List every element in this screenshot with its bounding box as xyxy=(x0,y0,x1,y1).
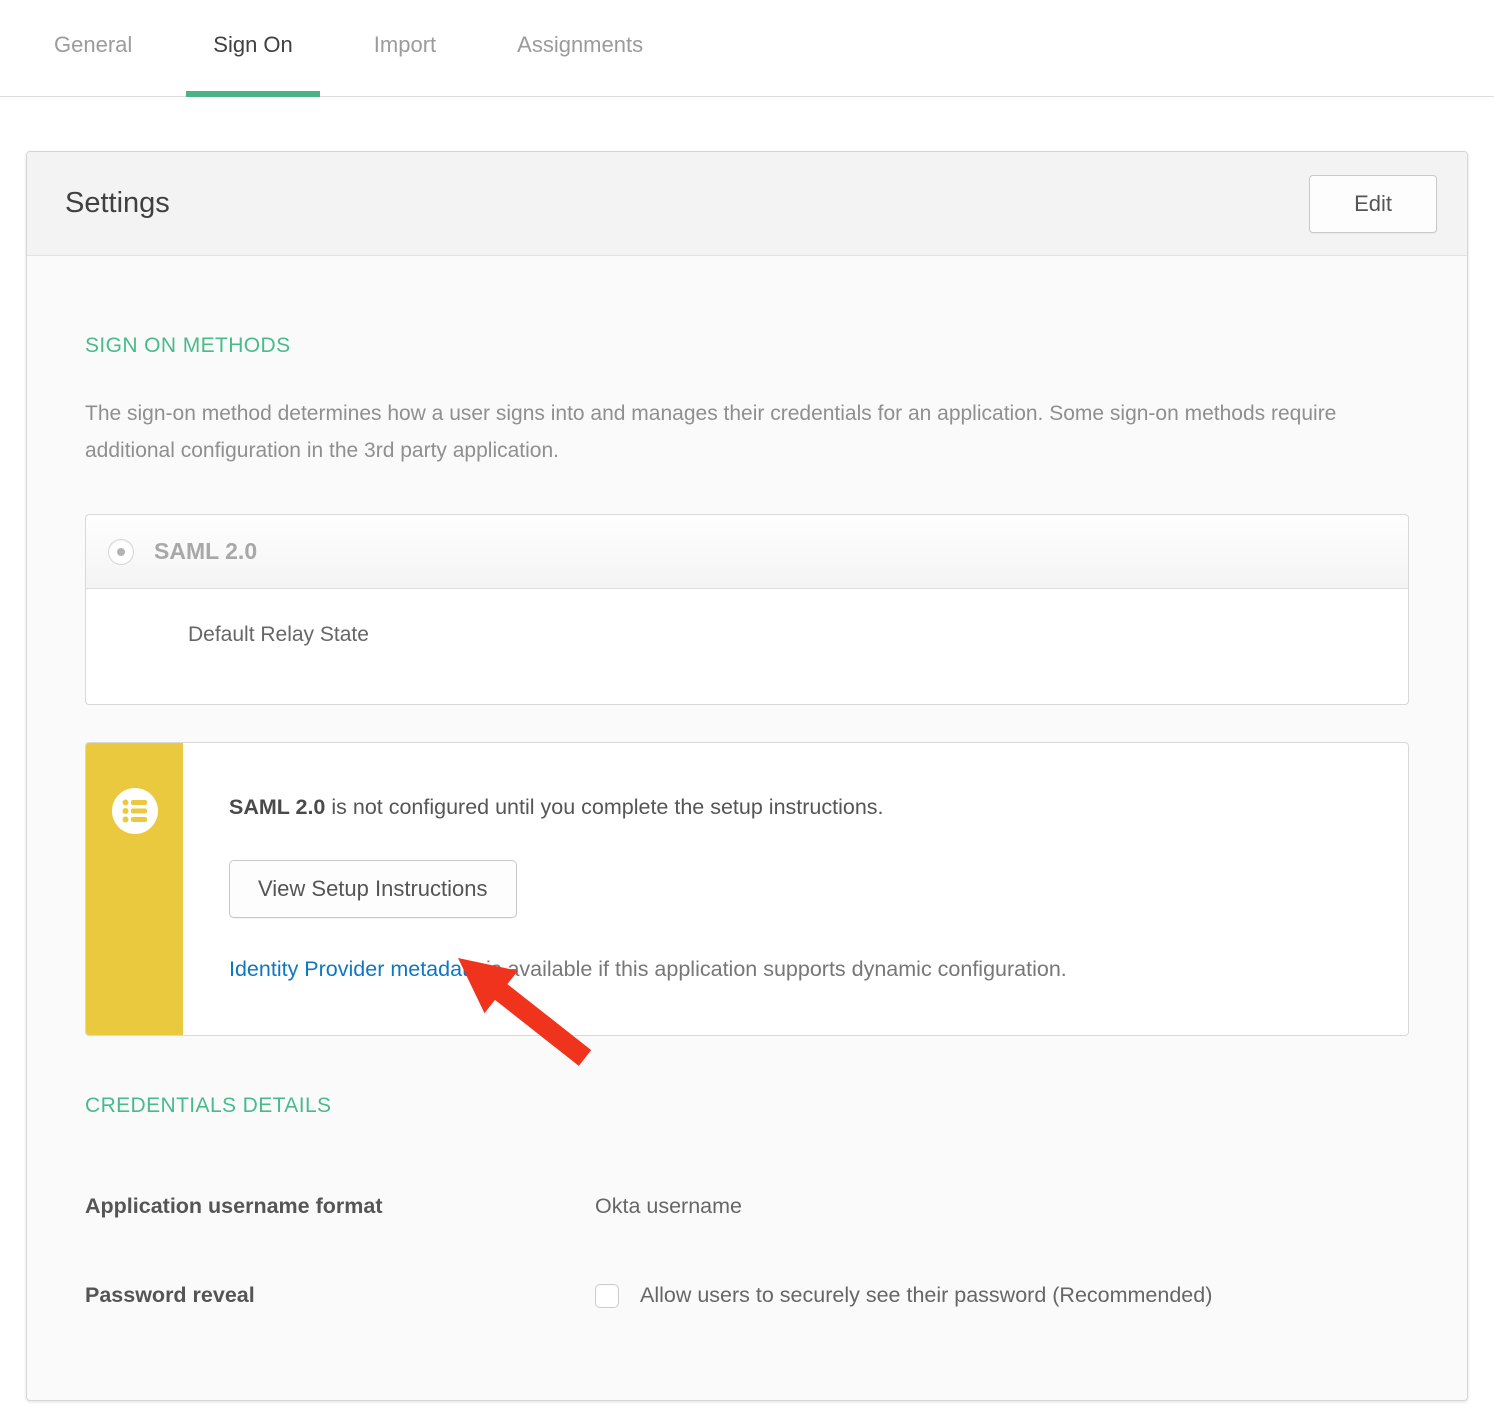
warning-text-rest: is not configured until you complete the… xyxy=(325,795,883,819)
settings-panel-header: Settings Edit xyxy=(27,152,1467,256)
tab-assignments[interactable]: Assignments xyxy=(490,32,670,96)
warning-yellow-strip xyxy=(86,743,183,1035)
idp-metadata-line-rest: is available if this application support… xyxy=(480,957,1067,981)
app-tab-bar: General Sign On Import Assignments xyxy=(0,0,1494,97)
settings-panel: Settings Edit SIGN ON METHODS The sign-o… xyxy=(26,151,1468,1401)
application-username-format-label: Application username format xyxy=(85,1194,595,1219)
saml-method-box-header: SAML 2.0 xyxy=(86,515,1408,589)
application-username-format-value: Okta username xyxy=(595,1194,742,1219)
warning-text-bold: SAML 2.0 xyxy=(229,795,325,819)
sign-on-methods-heading: SIGN ON METHODS xyxy=(85,334,1409,358)
identity-provider-metadata-link[interactable]: Identity Provider metadata xyxy=(229,957,480,981)
saml-radio-button[interactable] xyxy=(108,539,134,565)
tab-sign-on[interactable]: Sign On xyxy=(186,32,320,96)
password-reveal-checkbox[interactable] xyxy=(595,1284,619,1308)
tab-general[interactable]: General xyxy=(27,32,159,96)
credentials-row-password-reveal: Password reveal Allow users to securely … xyxy=(85,1283,1409,1308)
warning-text: SAML 2.0 is not configured until you com… xyxy=(229,795,1368,820)
edit-button[interactable]: Edit xyxy=(1309,175,1437,233)
credentials-row-username-format: Application username format Okta usernam… xyxy=(85,1194,1409,1219)
saml-radio-label: SAML 2.0 xyxy=(154,538,257,565)
sign-on-methods-description: The sign-on method determines how a user… xyxy=(85,395,1405,469)
password-reveal-checkbox-label: Allow users to securely see their passwo… xyxy=(640,1283,1212,1308)
credentials-details-heading: CREDENTIALS DETAILS xyxy=(85,1094,1409,1118)
default-relay-state-label: Default Relay State xyxy=(188,623,369,646)
page-title: Settings xyxy=(65,187,170,220)
idp-metadata-line: Identity Provider metadata is available … xyxy=(229,957,1368,982)
setup-list-icon xyxy=(112,788,158,834)
password-reveal-label: Password reveal xyxy=(85,1283,595,1308)
tab-import[interactable]: Import xyxy=(347,32,463,96)
saml-method-box: SAML 2.0 Default Relay State xyxy=(85,514,1409,705)
settings-panel-body: SIGN ON METHODS The sign-on method deter… xyxy=(27,256,1467,1400)
saml-setup-warning-box: SAML 2.0 is not configured until you com… xyxy=(85,742,1409,1036)
view-setup-instructions-button[interactable]: View Setup Instructions xyxy=(229,860,517,918)
saml-method-box-body: Default Relay State xyxy=(86,589,1408,704)
warning-content: SAML 2.0 is not configured until you com… xyxy=(183,743,1408,1035)
